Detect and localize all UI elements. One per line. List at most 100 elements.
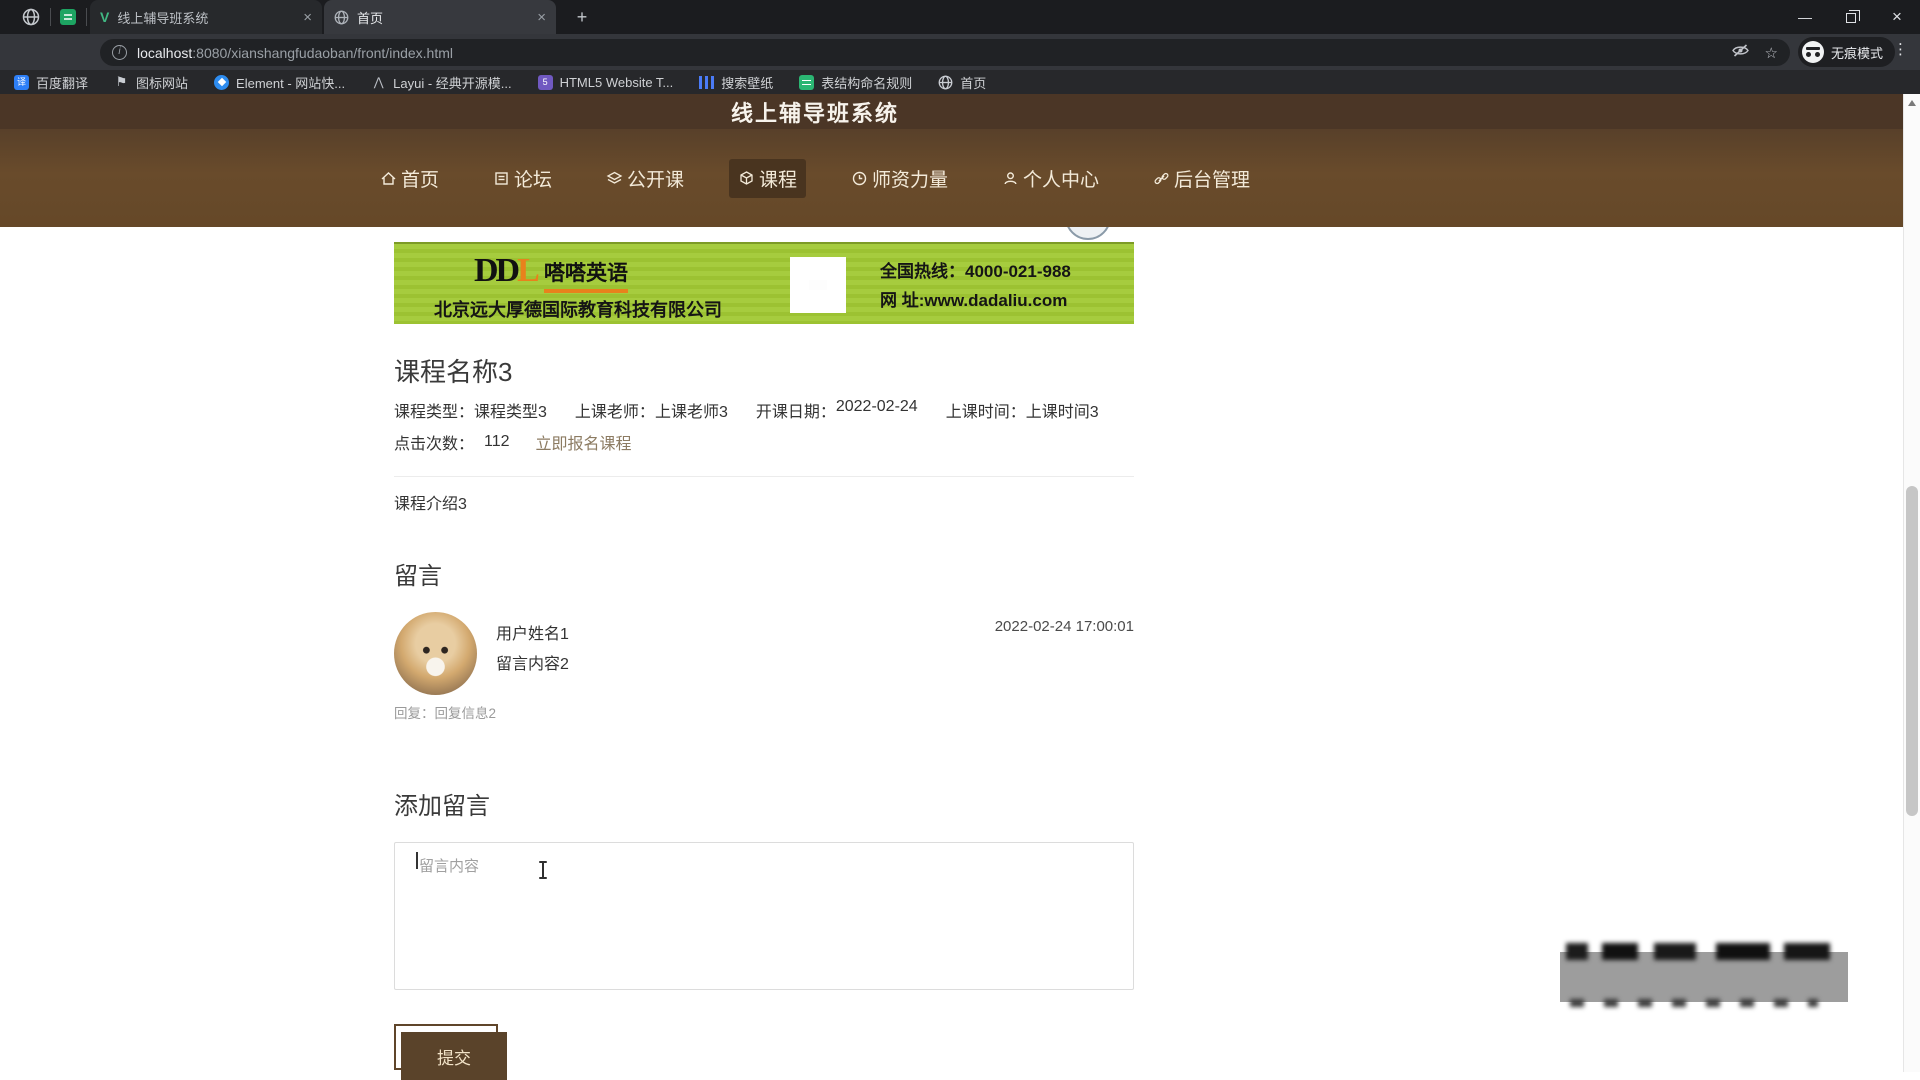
bookmark-item[interactable]: 表结构命名规则 <box>799 73 912 92</box>
bookmark-item[interactable]: 5 HTML5 Website T... <box>538 75 674 90</box>
bookmarks-bar: 译 百度翻译 ⚑ 图标网站 Element - 网站快... ⋀ Layui -… <box>0 70 1920 94</box>
close-button[interactable]: × <box>1874 0 1920 34</box>
globe-icon <box>938 75 953 90</box>
field-value: 上课时间3 <box>1026 398 1099 422</box>
bookmark-label: Element - 网站快... <box>236 73 345 92</box>
field-value: 课程类型3 <box>474 398 547 422</box>
add-comment-heading: 添加留言 <box>394 786 490 821</box>
bookmark-label: 图标网站 <box>136 73 188 92</box>
browser-tab[interactable]: V 线上辅导班系统 × <box>90 0 322 34</box>
new-tab-button[interactable]: + <box>572 7 592 27</box>
vue-favicon: V <box>100 9 109 25</box>
comment-content: 留言内容2 <box>496 650 569 674</box>
course-clicks-row: 点击次数： 112 立即报名课程 <box>394 430 632 454</box>
nav-item-admin[interactable]: 后台管理 <box>1144 159 1259 198</box>
field-label: 开课日期： <box>756 398 836 422</box>
nav-label: 公开课 <box>627 165 684 192</box>
table-icon <box>799 75 814 90</box>
nav-item-openclass[interactable]: 公开课 <box>597 159 693 198</box>
bookmark-item[interactable]: 首页 <box>938 73 986 92</box>
field-label: 上课时间： <box>946 398 1026 422</box>
url-path: :8080/xianshangfudaoban/front/index.html <box>192 45 453 61</box>
comment-reply: 回复：回复信息2 <box>394 702 496 722</box>
ibeam-cursor <box>538 860 548 880</box>
scrollbar-thumb[interactable] <box>1906 486 1918 816</box>
nav-item-home[interactable]: 首页 <box>371 159 448 198</box>
banner-logo: DDL <box>474 252 537 290</box>
nav-item-teachers[interactable]: 师资力量 <box>842 159 957 198</box>
course-title: 课程名称3 <box>394 352 512 389</box>
pinned-sheet-icon[interactable] <box>60 9 76 25</box>
nav-item-personal-center[interactable]: 个人中心 <box>993 159 1108 198</box>
bookmark-item[interactable]: 搜索壁纸 <box>699 73 773 92</box>
home-icon <box>380 170 397 187</box>
nav-item-forum[interactable]: 论坛 <box>484 159 561 198</box>
field-label: 课程类型： <box>394 398 474 422</box>
bookmark-label: 搜索壁纸 <box>721 73 773 92</box>
wallpaper-icon <box>699 76 714 89</box>
commenter-name: 用户姓名1 <box>496 620 569 644</box>
site-nav: 首页 论坛 公开课 课程 师资力量 个人中心 <box>0 129 1920 227</box>
comment-input[interactable] <box>394 842 1134 990</box>
nav-label: 师资力量 <box>872 165 948 192</box>
course-fields: 课程类型： 课程类型3 上课老师： 上课老师3 开课日期： 2022-02-24… <box>394 398 1154 422</box>
eye-slash-icon[interactable] <box>1732 44 1749 61</box>
site-info-icon[interactable]: i <box>112 45 127 60</box>
tab-separator <box>50 8 51 26</box>
url-host: localhost <box>137 45 192 61</box>
comment-timestamp: 2022-02-24 17:00:01 <box>834 618 1134 635</box>
comments-heading: 留言 <box>394 556 442 591</box>
tab-title: 线上辅导班系统 <box>117 8 295 27</box>
banner-contact: 全国热线：4000-021-988 网 址:www.dadaliu.com <box>880 257 1071 315</box>
banner-hotline: 全国热线：4000-021-988 <box>880 257 1071 286</box>
url-text[interactable]: localhost:8080/xianshangfudaoban/front/i… <box>137 45 1716 61</box>
tab-close-icon[interactable]: × <box>303 10 312 25</box>
pinned-globe-icon[interactable] <box>22 8 40 26</box>
tab-title: 首页 <box>357 8 529 27</box>
layers-icon <box>606 170 623 187</box>
bookmark-item[interactable]: Element - 网站快... <box>214 73 345 92</box>
nav-item-courses[interactable]: 课程 <box>729 159 806 198</box>
address-bar[interactable]: i localhost:8080/xianshangfudaoban/front… <box>100 39 1790 66</box>
browser-tab-strip: V 线上辅导班系统 × 首页 × + — × <box>0 0 1920 34</box>
banner-logo-name: 嗒嗒英语 <box>544 257 628 293</box>
bookmark-item[interactable]: ⋀ Layui - 经典开源模... <box>371 73 511 92</box>
banner-company: 北京远大厚德国际教育科技有限公司 <box>434 296 722 322</box>
globe-favicon <box>334 10 349 25</box>
minimize-button[interactable]: — <box>1782 0 1828 34</box>
menu-dots-icon[interactable]: ⋮ <box>1893 40 1908 58</box>
maximize-button[interactable] <box>1828 0 1874 34</box>
incognito-label: 无痕模式 <box>1831 43 1883 62</box>
nav-label: 个人中心 <box>1023 165 1099 192</box>
field-value: 上课老师3 <box>655 398 728 422</box>
clicks-label: 点击次数： <box>394 430 474 454</box>
flag-icon: ⚑ <box>114 75 129 90</box>
bookmark-star-icon[interactable]: ☆ <box>1765 44 1778 62</box>
cube-icon <box>738 170 755 187</box>
forum-icon <box>493 170 510 187</box>
scroll-up-arrow[interactable] <box>1908 100 1916 106</box>
blurred-watermark <box>1560 952 1848 1002</box>
signup-link[interactable]: 立即报名课程 <box>536 430 632 454</box>
ad-banner: DDL 嗒嗒英语 北京远大厚德国际教育科技有限公司 全国热线：4000-021-… <box>394 242 1134 324</box>
nav-label: 后台管理 <box>1174 165 1250 192</box>
incognito-icon <box>1802 41 1824 63</box>
field-label: 上课老师： <box>575 398 655 422</box>
browser-tab-active[interactable]: 首页 × <box>324 0 556 34</box>
field-value: 2022-02-24 <box>836 398 918 422</box>
clock-icon <box>851 170 868 187</box>
bookmark-item[interactable]: 译 百度翻译 <box>14 73 88 92</box>
bookmark-label: 表结构命名规则 <box>821 73 912 92</box>
html5-icon: 5 <box>538 75 553 90</box>
scrollbar-track[interactable] <box>1903 94 1920 1072</box>
partial-logo-decoration <box>1055 227 1125 242</box>
bookmark-label: Layui - 经典开源模... <box>393 73 511 92</box>
divider <box>394 476 1134 477</box>
tab-close-icon[interactable]: × <box>537 10 546 25</box>
bookmark-item[interactable]: ⚑ 图标网站 <box>114 73 188 92</box>
nav-label: 课程 <box>759 165 797 192</box>
incognito-badge[interactable]: 无痕模式 <box>1798 37 1895 67</box>
qr-code <box>790 257 846 313</box>
submit-button[interactable]: 提交 <box>401 1032 507 1080</box>
link-icon <box>1153 170 1170 187</box>
